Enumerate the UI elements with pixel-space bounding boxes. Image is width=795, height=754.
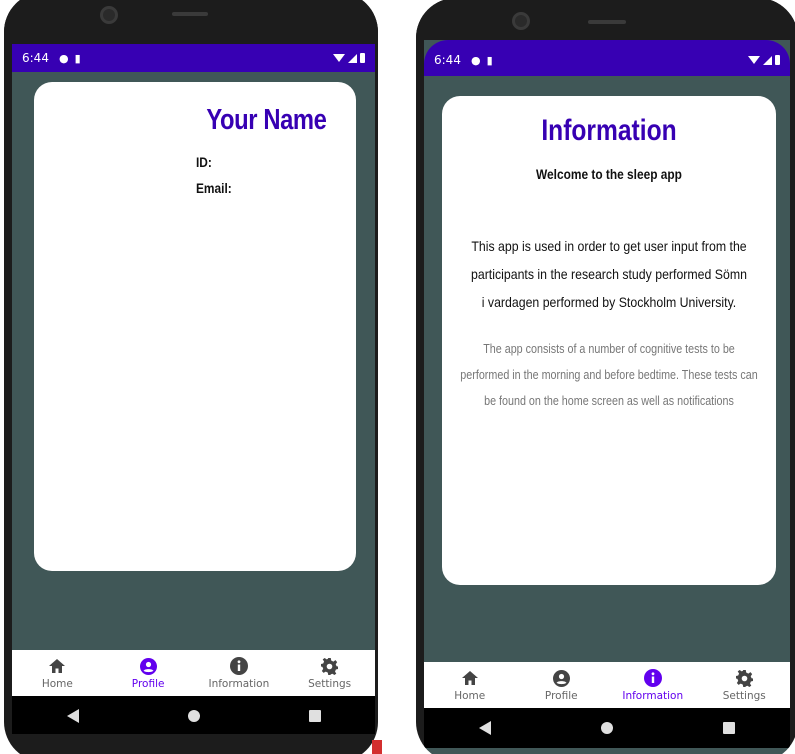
notification-icon: ● [58, 51, 69, 65]
bottom-navigation: Home Profile Information Settings [12, 650, 375, 696]
home-icon [49, 656, 66, 676]
info-welcome: Welcome to the sleep app [536, 166, 682, 182]
profile-id-label: ID: [196, 154, 212, 170]
info-paragraph-secondary: The app consists of a number of cognitiv… [460, 342, 758, 408]
tab-settings-label: Settings [722, 690, 766, 702]
device-edge [372, 740, 382, 754]
info-icon [229, 656, 248, 676]
screen-information: 6:44 ● ▮ Information Welcome to the slee… [424, 40, 790, 754]
tab-information-label: Information [208, 678, 270, 690]
sd-card-icon: ▮ [74, 51, 81, 65]
tab-home-label: Home [41, 678, 73, 690]
tab-information[interactable]: Information [194, 656, 285, 690]
phone-information: 6:44 ● ▮ Information Welcome to the slee… [416, 0, 795, 754]
gear-icon [735, 668, 753, 688]
tab-profile-label: Profile [544, 690, 578, 702]
signal-icon [763, 55, 772, 65]
wifi-icon [333, 54, 345, 62]
phone-bezel [4, 0, 378, 38]
screen-profile: 6:44 ● ▮ Your Name ID: Email: Home Profi… [12, 44, 375, 734]
wifi-icon [748, 56, 760, 64]
account-circle-icon [552, 668, 570, 688]
tab-information[interactable]: Information [607, 668, 699, 702]
system-navigation [424, 708, 790, 748]
recents-icon[interactable] [308, 710, 321, 722]
tab-settings[interactable]: Settings [699, 668, 791, 702]
tab-settings-label: Settings [308, 678, 352, 690]
speaker [588, 20, 626, 24]
status-time: 6:44 [22, 51, 49, 65]
battery-icon [775, 55, 780, 65]
account-circle-icon [139, 656, 157, 676]
tab-profile-label: Profile [131, 678, 165, 690]
status-bar: 6:44 ● ▮ [12, 44, 375, 72]
status-bar: 6:44 ● ▮ [424, 40, 790, 76]
bottom-navigation: Home Profile Information Settings [424, 662, 790, 708]
recents-icon[interactable] [723, 722, 735, 734]
gear-icon [321, 656, 339, 676]
home-icon [461, 668, 478, 688]
phone-profile: 6:44 ● ▮ Your Name ID: Email: Home Profi… [4, 0, 378, 754]
system-navigation [12, 696, 375, 734]
phone-bezel [416, 0, 795, 44]
home-circle-icon[interactable] [601, 722, 613, 734]
tab-profile[interactable]: Profile [516, 668, 608, 702]
profile-card: Your Name ID: Email: [34, 82, 356, 571]
information-card: Information Welcome to the sleep app Thi… [442, 96, 776, 585]
sd-card-icon: ▮ [486, 53, 493, 67]
tab-home-label: Home [454, 690, 486, 702]
notification-icon: ● [470, 53, 481, 67]
camera-icon [512, 12, 530, 30]
back-icon[interactable] [479, 721, 491, 735]
tab-profile[interactable]: Profile [103, 656, 194, 690]
home-circle-icon[interactable] [187, 710, 200, 722]
info-title: Information [541, 114, 677, 147]
tab-information-label: Information [622, 690, 684, 702]
tab-home[interactable]: Home [424, 668, 516, 702]
profile-name: Your Name [205, 104, 327, 136]
back-icon[interactable] [66, 709, 79, 723]
tab-settings[interactable]: Settings [284, 656, 375, 690]
profile-email-label: Email: [196, 180, 232, 196]
camera-icon [100, 6, 118, 24]
info-paragraph-primary: This app is used in order to get user in… [471, 238, 747, 310]
battery-icon [360, 53, 365, 63]
info-icon [643, 668, 662, 688]
tab-home[interactable]: Home [12, 656, 103, 690]
status-time: 6:44 [434, 53, 461, 67]
speaker [172, 12, 208, 16]
signal-icon [348, 53, 357, 63]
